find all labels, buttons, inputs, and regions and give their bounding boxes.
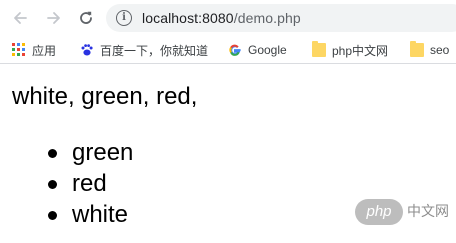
folder-icon (410, 41, 424, 57)
list-item-text: red (72, 170, 107, 197)
forward-button[interactable] (42, 6, 66, 30)
bookmark-label: 应用 (32, 43, 57, 58)
list-item-text: green (72, 139, 134, 166)
arrow-left-icon (14, 12, 27, 24)
bookmark-label: Google (248, 43, 287, 57)
address-bar[interactable]: i localhost:8080/demo.php (106, 4, 456, 32)
output-line: white, green, red, (12, 83, 198, 110)
bookmarks-bar: 应用 百度一下，你就知道 Google php中文网 seo (0, 36, 456, 64)
watermark-logo: php (355, 199, 403, 225)
bookmark-label: php中文网 (332, 43, 389, 58)
back-button[interactable] (8, 6, 32, 30)
browser-toolbar: i localhost:8080/demo.php (0, 0, 456, 36)
bookmark-baidu[interactable]: 百度一下，你就知道 (80, 40, 208, 60)
reload-icon (80, 11, 92, 24)
folder-icon (312, 41, 326, 57)
google-g-icon (228, 43, 242, 57)
bookmark-label: 百度一下，你就知道 (100, 43, 209, 58)
watermark-text: 中文网 (407, 204, 449, 220)
bookmark-seo[interactable]: seo (410, 40, 449, 60)
bullet-icon (48, 211, 57, 220)
url-host: localhost:8080 (142, 10, 234, 26)
url-text[interactable]: localhost:8080/demo.php (142, 9, 301, 27)
output-list: green red white (0, 137, 133, 230)
bookmark-label: seo (430, 43, 450, 57)
bookmark-google[interactable]: Google (228, 40, 287, 60)
baidu-paw-icon (80, 43, 94, 57)
reload-button[interactable] (74, 6, 98, 30)
list-item: white (0, 199, 133, 230)
bullet-icon (48, 180, 57, 189)
apps-grid-icon (12, 43, 26, 57)
list-item-text: white (72, 201, 129, 228)
watermark: php 中文网 (355, 199, 451, 227)
bookmark-php-cn[interactable]: php中文网 (312, 40, 388, 60)
bullet-icon (48, 149, 57, 158)
url-path: /demo.php (233, 10, 301, 26)
bookmark-apps[interactable]: 应用 (12, 40, 56, 60)
list-item: green (0, 137, 133, 168)
info-icon[interactable]: i (116, 10, 132, 26)
list-item: red (0, 168, 133, 199)
arrow-right-icon (47, 12, 60, 24)
